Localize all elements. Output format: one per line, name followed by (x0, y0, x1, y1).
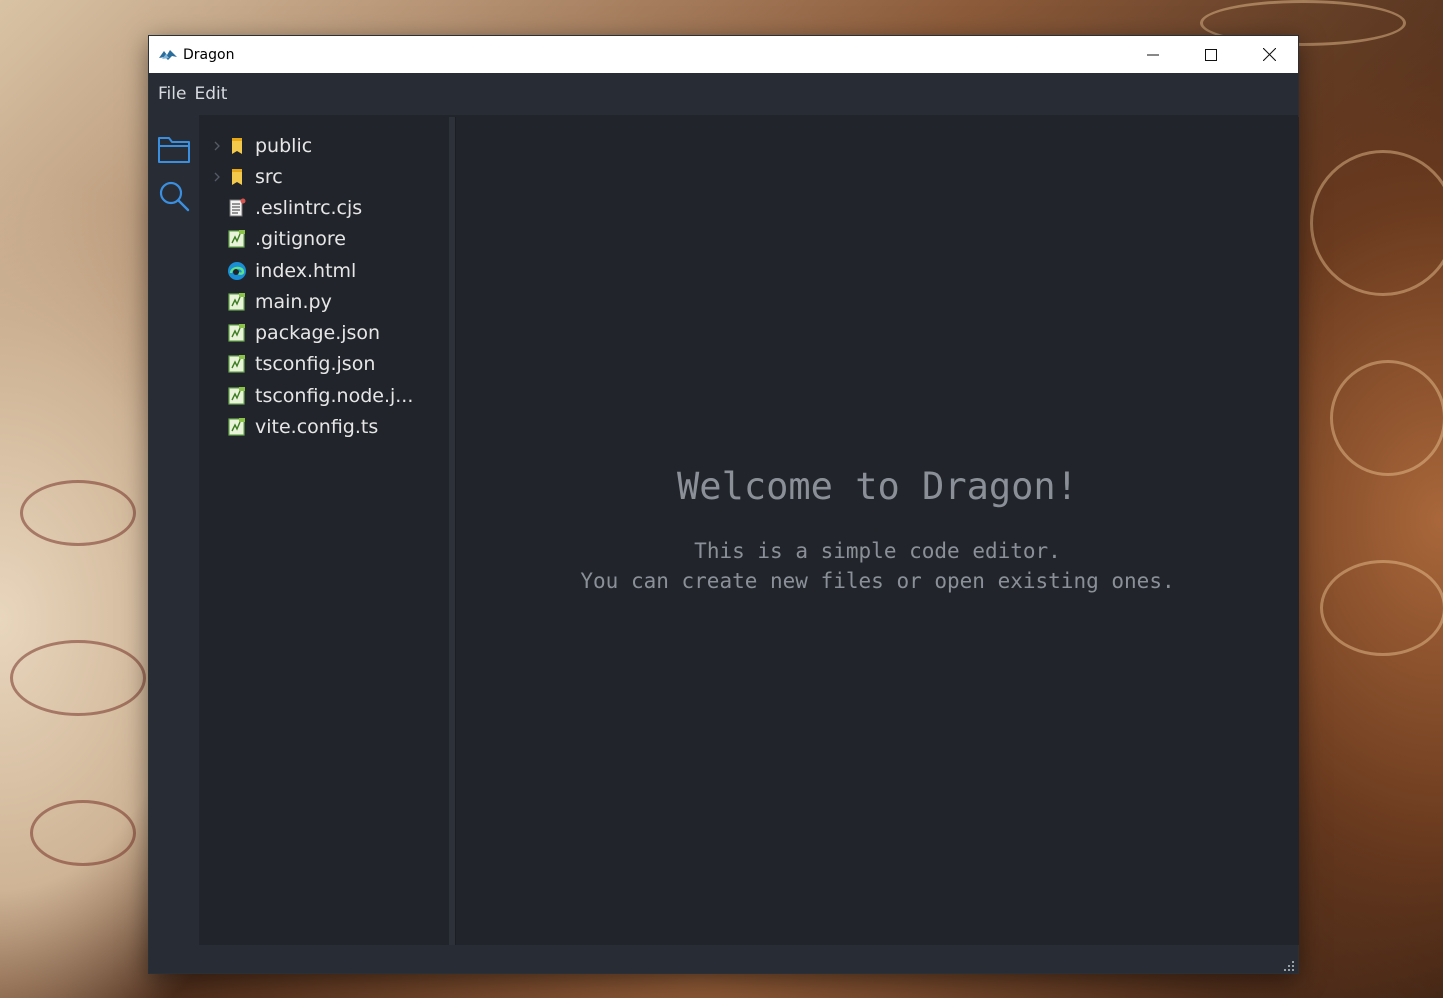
text-file-icon (227, 386, 247, 406)
maximize-icon (1205, 48, 1217, 61)
file-explorer: public src .eslintrc.cjs .gitignore inde… (199, 117, 447, 945)
close-button[interactable] (1240, 36, 1298, 73)
chevron-right-icon[interactable] (211, 171, 223, 183)
text-file-icon (227, 417, 247, 437)
text-file-icon (227, 354, 247, 374)
tree-item-label: tsconfig.node.j... (255, 384, 414, 407)
menu-file[interactable]: File (158, 84, 186, 104)
tree-item-label: vite.config.ts (255, 415, 379, 438)
text-file-icon (227, 229, 247, 249)
menu-edit[interactable]: Edit (194, 84, 227, 104)
tree-item-label: main.py (255, 290, 332, 313)
text-file-icon (227, 292, 247, 312)
tree-item-src[interactable]: src (199, 161, 447, 192)
close-icon (1262, 48, 1276, 61)
dragon-logo-icon (158, 48, 178, 62)
app-window: Dragon File Edit public src .eslintrc.cj… (149, 36, 1299, 973)
tree-item-label: tsconfig.json (255, 353, 376, 376)
title-bar[interactable]: Dragon (149, 36, 1298, 73)
welcome-line-2: You can create new files or open existin… (580, 569, 1175, 593)
tree-item-label: .eslintrc.cjs (255, 197, 363, 220)
script-file-icon (227, 198, 247, 218)
status-bar (149, 945, 1298, 973)
maximize-button[interactable] (1182, 36, 1240, 73)
tree-item-tsconfig-json[interactable]: tsconfig.json (199, 349, 447, 380)
search-icon (159, 181, 190, 212)
menu-bar: File Edit (149, 73, 1298, 115)
tree-item-label: .gitignore (255, 228, 346, 251)
window-title: Dragon (183, 46, 235, 63)
tree-item-tsconfig-node-json[interactable]: tsconfig.node.j... (199, 380, 447, 411)
folder-icon (227, 136, 247, 156)
window-controls (1124, 36, 1298, 73)
tree-item-package-json[interactable]: package.json (199, 318, 447, 349)
tree-item-label: public (255, 134, 313, 157)
file-tree: public src .eslintrc.cjs .gitignore inde… (199, 130, 447, 443)
folder-icon (158, 137, 190, 163)
search-button[interactable] (157, 179, 191, 213)
explorer-button[interactable] (157, 132, 191, 166)
chevron-right-icon[interactable] (211, 140, 223, 152)
tree-item-main-py[interactable]: main.py (199, 286, 447, 317)
resize-grip-icon[interactable] (1283, 959, 1295, 971)
tree-item-label: index.html (255, 259, 357, 282)
edge-browser-icon (227, 261, 247, 281)
minimize-button[interactable] (1124, 36, 1182, 73)
editor-area[interactable]: Welcome to Dragon! This is a simple code… (455, 117, 1299, 945)
tree-item-index-html[interactable]: index.html (199, 255, 447, 286)
tree-item-vite-config[interactable]: vite.config.ts (199, 411, 447, 442)
minimize-icon (1147, 54, 1159, 55)
tree-item-label: src (255, 165, 283, 188)
text-file-icon (227, 323, 247, 343)
activity-bar (149, 115, 199, 973)
tree-item-gitignore[interactable]: .gitignore (199, 224, 447, 255)
welcome-title: Welcome to Dragon! (677, 465, 1078, 508)
tree-item-public[interactable]: public (199, 130, 447, 161)
tree-item-eslintrc[interactable]: .eslintrc.cjs (199, 193, 447, 224)
folder-icon (227, 167, 247, 187)
welcome-line-1: This is a simple code editor. (694, 539, 1061, 563)
tree-item-label: package.json (255, 322, 381, 345)
